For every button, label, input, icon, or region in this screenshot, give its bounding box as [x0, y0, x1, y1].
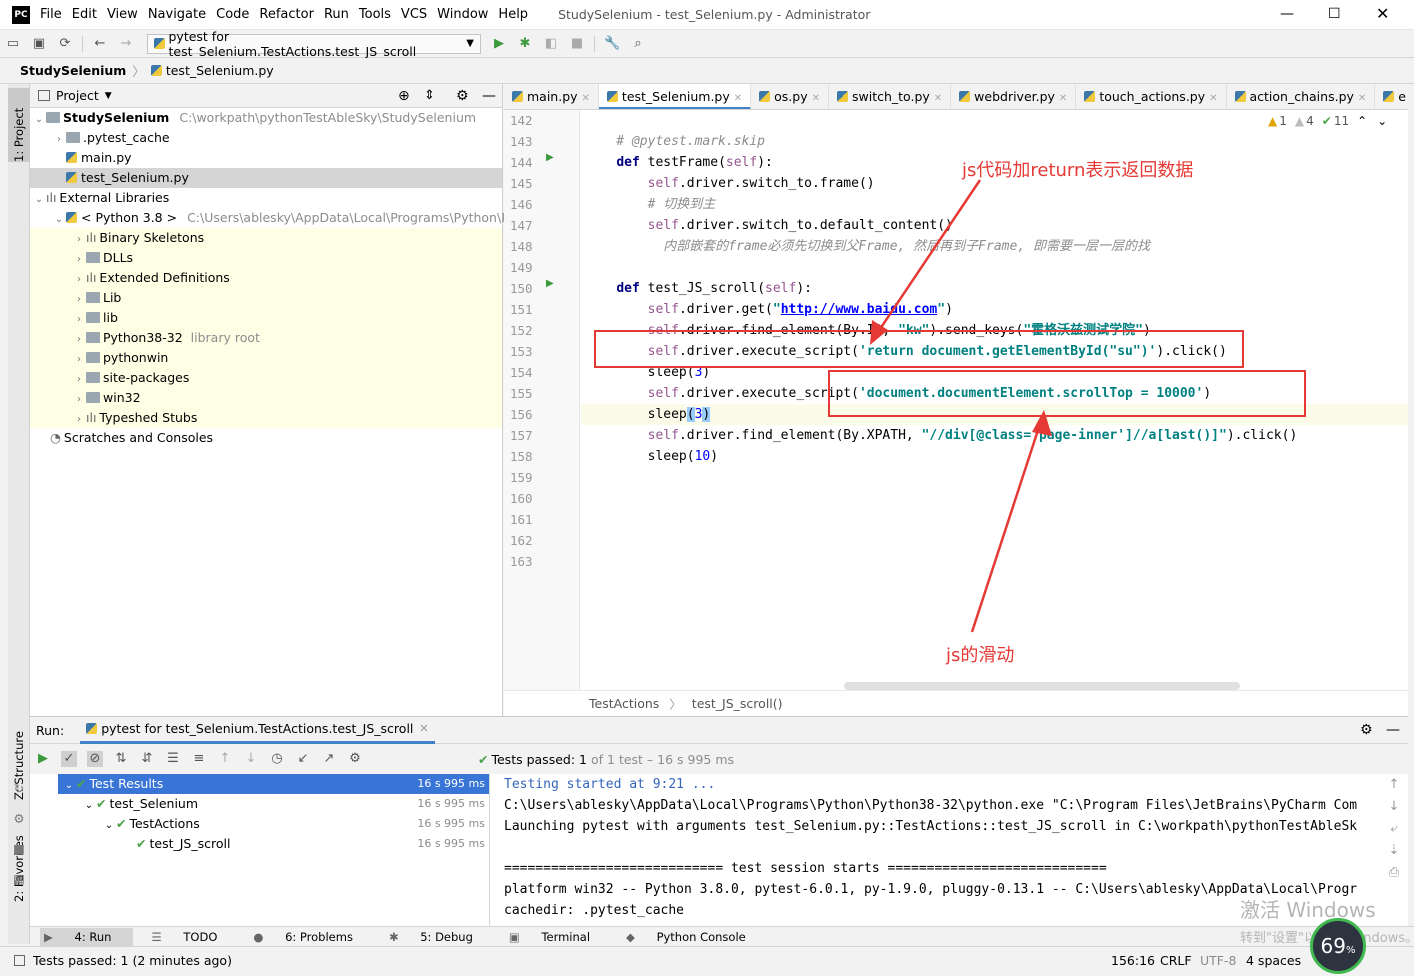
tab-terminal[interactable]: ▣ Terminal [509, 930, 608, 944]
print-icon[interactable]: ⎙ [1380, 862, 1408, 884]
run-header: Run: pytest for test_Selenium.TestAction… [30, 717, 1408, 744]
rerun-failed-icon[interactable]: ↻ [8, 774, 30, 804]
toggle-icon[interactable]: ⚙ [8, 804, 30, 834]
run-toolbar: ▶ ✓ ⊘ ⇅ ⇵ ☰ ≡ ↑ ↓ ◷ ↙ ↗ ⚙ ✔ Tests passed… [30, 744, 1408, 774]
tests-passed-detail: of 1 test – 16 s 995 ms [591, 751, 735, 767]
sort-duration-icon[interactable]: ⇵ [139, 751, 155, 767]
test-tree-item[interactable]: ⌄ ✔ test_Selenium 16 s 995 ms [58, 794, 489, 814]
pass-check-icon: ✔ [116, 816, 127, 831]
console-line: Launching pytest with arguments test_Sel… [504, 819, 1358, 834]
status-toggle-icon[interactable] [14, 955, 25, 966]
pass-check-icon: ✔ [96, 796, 107, 811]
tab-python-console[interactable]: ◆ Python Console [626, 930, 764, 944]
collapse-all-icon[interactable]: ≡ [191, 751, 207, 767]
pytest-icon [86, 723, 98, 734]
cursor-position[interactable]: 156:16 [1111, 953, 1155, 968]
run-side-icons: ↻ ⚙ ■ ▦ [8, 774, 30, 894]
test-tree-item[interactable]: ✔ test_JS_scroll 16 s 995 ms [58, 834, 489, 854]
sort-alpha-icon[interactable]: ⇅ [113, 751, 129, 767]
tests-passed-count: 1 [579, 751, 587, 767]
close-icon[interactable]: ✕ [419, 722, 428, 735]
pass-check-icon: ✔ [76, 776, 87, 791]
tab-debug[interactable]: ✱ 5: Debug [389, 930, 491, 944]
gear-icon[interactable]: ⚙ [1360, 722, 1373, 738]
next-icon[interactable]: ↓ [243, 751, 259, 767]
export-icon[interactable]: ↗ [321, 751, 337, 767]
line-separator[interactable]: CRLF [1160, 953, 1192, 968]
tab-run[interactable]: ▶ 4: Run [40, 927, 134, 946]
scroll-down-icon[interactable]: ↓ [1380, 796, 1408, 818]
test-tree-item[interactable]: ⌄ ✔ Test Results 16 s 995 ms [58, 774, 489, 794]
show-passed-icon[interactable]: ✓ [61, 751, 77, 767]
scroll-end-icon[interactable]: ⇣ [1380, 840, 1408, 862]
hide-icon[interactable]: — [1386, 722, 1400, 738]
tab-todo[interactable]: ☰ TODO [151, 930, 235, 944]
tab-problems[interactable]: ● 6: Problems [253, 930, 371, 944]
prev-icon[interactable]: ↑ [217, 751, 233, 767]
wrap-icon[interactable]: ⤶ [1380, 818, 1408, 840]
settings-icon[interactable]: ⚙ [347, 751, 363, 767]
rerun-icon[interactable]: ▶ [35, 751, 51, 767]
stop-icon[interactable]: ■ [8, 834, 30, 864]
console-line: Testing started at 9:21 ... [504, 777, 716, 792]
pass-check-icon: ✔ [136, 836, 147, 851]
test-tree: ⌄ ✔ Test Results 16 s 995 ms ⌄ ✔ test_Selenium… [58, 774, 490, 927]
status-bar: Tests passed: 1 (2 minutes ago) 156:16 C… [0, 946, 1414, 974]
run-tab[interactable]: pytest for test_Selenium.TestActions.tes… [80, 717, 435, 744]
scroll-up-icon[interactable]: ↑ [1380, 774, 1408, 796]
file-encoding[interactable]: UTF-8 [1200, 953, 1236, 968]
test-tree-item[interactable]: ⌄ ✔ TestActions 16 s 995 ms [58, 814, 489, 834]
show-ignored-icon[interactable]: ⊘ [87, 751, 103, 767]
bottom-tool-tabs: ▶ 4: Run ☰ TODO ● 6: Problems ✱ 5: Debug… [30, 926, 1414, 946]
console-line: ============================ test sessio… [504, 861, 1107, 876]
layout-icon[interactable]: ▦ [8, 864, 30, 894]
console-line: C:\Users\ablesky\AppData\Local\Programs\… [504, 798, 1358, 813]
tests-passed-label: Tests passed: [491, 751, 576, 767]
run-pane: Run: pytest for test_Selenium.TestAction… [13, 716, 1408, 927]
run-label: Run: [36, 722, 65, 738]
pass-check-icon: ✔ [478, 751, 489, 767]
indent-setting[interactable]: 4 spaces [1246, 953, 1301, 968]
history-icon[interactable]: ◷ [269, 751, 285, 767]
expand-all-icon[interactable]: ☰ [165, 751, 181, 767]
status-message[interactable]: Tests passed: 1 (2 minutes ago) [33, 953, 232, 968]
import-icon[interactable]: ↙ [295, 751, 311, 767]
network-widget: 69% [1310, 918, 1366, 974]
